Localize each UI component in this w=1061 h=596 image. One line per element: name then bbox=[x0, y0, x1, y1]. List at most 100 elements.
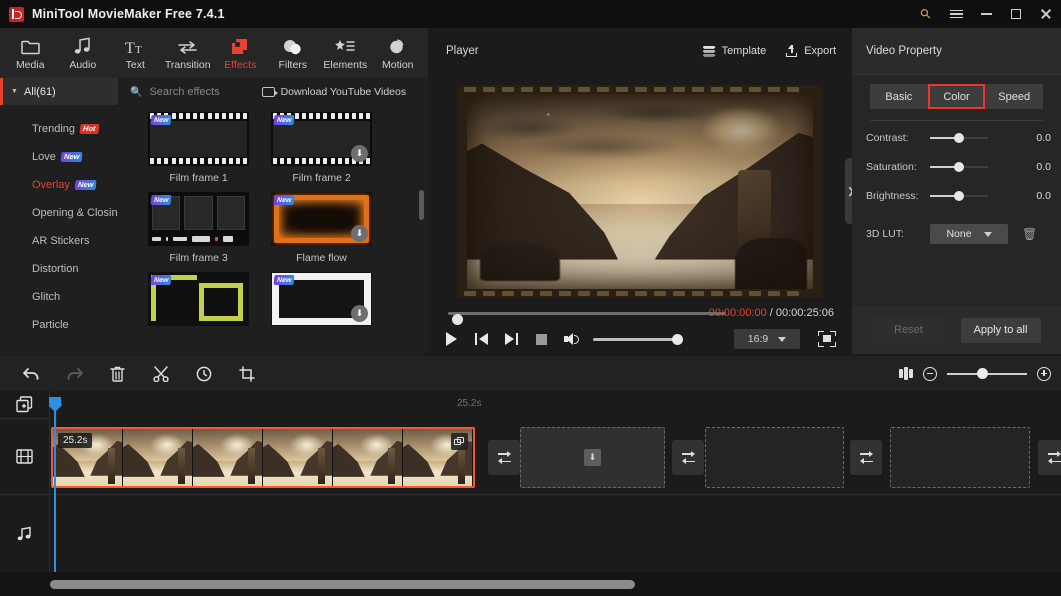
apply-to-all-button[interactable]: Apply to all bbox=[960, 317, 1041, 343]
audio-track[interactable] bbox=[50, 494, 1061, 572]
toolbar-item-effects[interactable]: Effects bbox=[214, 36, 266, 71]
download-icon[interactable]: ⬇ bbox=[584, 449, 601, 466]
effect-item[interactable]: New bbox=[148, 272, 249, 332]
volume-knob[interactable] bbox=[672, 333, 683, 345]
delete-lut-icon[interactable]: 🗑 bbox=[1022, 227, 1037, 241]
brightness-slider[interactable] bbox=[930, 191, 988, 201]
fit-timeline-icon[interactable] bbox=[899, 367, 913, 380]
contrast-knob[interactable] bbox=[954, 133, 964, 143]
timeline-ruler[interactable]: 0s 25.2s bbox=[50, 391, 1061, 418]
effect-item[interactable]: New ⬇ Film frame 2 bbox=[271, 112, 372, 184]
category-ar-stickers[interactable]: AR Stickers bbox=[0, 227, 118, 255]
download-icon[interactable]: ⬇ bbox=[351, 225, 368, 242]
maximize-icon[interactable] bbox=[1001, 0, 1031, 28]
media-placeholder-slot[interactable] bbox=[890, 427, 1030, 488]
close-icon[interactable] bbox=[1031, 0, 1061, 28]
play-button[interactable] bbox=[436, 326, 466, 352]
export-button[interactable]: Export bbox=[786, 45, 836, 57]
timeline-horizontal-scrollbar[interactable] bbox=[0, 572, 1061, 596]
toolbar-item-text[interactable]: TT Text bbox=[109, 36, 161, 71]
brightness-knob[interactable] bbox=[954, 191, 964, 201]
transition-slot[interactable] bbox=[850, 440, 882, 475]
effects-scrollbar[interactable] bbox=[419, 190, 424, 220]
aspect-ratio-select[interactable]: 16:9 bbox=[734, 329, 800, 349]
stop-button[interactable] bbox=[526, 326, 556, 352]
zoom-slider[interactable] bbox=[947, 368, 1027, 379]
speed-button[interactable] bbox=[182, 356, 225, 391]
clip-duration-badge: 25.2s bbox=[58, 433, 93, 448]
saturation-value: 0.0 bbox=[1036, 161, 1051, 173]
toolbar-item-motion[interactable]: Motion bbox=[372, 36, 424, 71]
media-placeholder-slot[interactable]: ⬇ bbox=[520, 427, 665, 488]
category-particle[interactable]: Particle bbox=[0, 311, 118, 339]
saturation-slider[interactable] bbox=[930, 162, 988, 172]
player-controls: 16:9 bbox=[436, 326, 844, 352]
volume-slider[interactable] bbox=[593, 333, 683, 345]
zoom-knob[interactable] bbox=[977, 368, 989, 379]
tab-color[interactable]: Color bbox=[927, 84, 986, 109]
time-display: 00:00:00:00 / 00:00:25:06 bbox=[708, 307, 834, 319]
playhead[interactable] bbox=[49, 397, 61, 572]
media-placeholder-slot[interactable] bbox=[705, 427, 844, 488]
contrast-slider[interactable] bbox=[930, 133, 988, 143]
video-preview[interactable]: ✦ bbox=[458, 85, 822, 298]
category-overlay[interactable]: Overlay New bbox=[0, 171, 118, 199]
current-time: 00:00:00:00 bbox=[708, 307, 767, 319]
download-icon[interactable]: ⬇ bbox=[351, 305, 368, 322]
zoom-in-icon[interactable] bbox=[1037, 366, 1051, 381]
new-badge: New bbox=[74, 180, 97, 190]
category-opening-closing[interactable]: Opening & Closing bbox=[0, 199, 124, 227]
playback-slider[interactable] bbox=[448, 311, 726, 325]
download-youtube-button[interactable]: Download YouTube Videos bbox=[261, 86, 406, 98]
category-love[interactable]: Love New bbox=[0, 143, 118, 171]
redo-button[interactable] bbox=[53, 356, 96, 391]
video-clip[interactable]: 25.2s bbox=[51, 427, 475, 488]
category-trending[interactable]: Trending Hot bbox=[0, 115, 118, 143]
download-icon[interactable]: ⬇ bbox=[351, 145, 368, 162]
effect-item[interactable]: New Film frame 1 bbox=[148, 112, 249, 184]
toolbar-item-elements[interactable]: Elements bbox=[319, 36, 371, 71]
category-glitch[interactable]: Glitch bbox=[0, 283, 118, 311]
delete-button[interactable] bbox=[96, 356, 139, 391]
toolbar-item-transition[interactable]: Transition bbox=[162, 36, 214, 71]
category-distortion[interactable]: Distortion bbox=[0, 255, 118, 283]
transition-slot[interactable] bbox=[488, 440, 520, 475]
category-all[interactable]: ▼ All(61) bbox=[0, 78, 118, 105]
search-input[interactable]: 🔍 Search effects bbox=[130, 86, 220, 98]
lut-select[interactable]: None bbox=[930, 224, 1008, 244]
toolbar-item-media[interactable]: Media bbox=[4, 36, 56, 71]
crop-button[interactable] bbox=[225, 356, 268, 391]
menu-icon[interactable] bbox=[941, 0, 971, 28]
tab-basic[interactable]: Basic bbox=[870, 84, 928, 109]
playback-knob[interactable] bbox=[452, 313, 463, 325]
app-window: MiniTool MovieMaker Free 7.4.1 ⚲ Media A… bbox=[0, 0, 1061, 596]
fullscreen-button[interactable] bbox=[818, 331, 836, 347]
next-frame-button[interactable] bbox=[496, 326, 526, 352]
saturation-knob[interactable] bbox=[954, 162, 964, 172]
playhead-handle[interactable] bbox=[49, 397, 61, 412]
effect-item[interactable]: New ⬇ bbox=[271, 272, 372, 332]
undo-button[interactable] bbox=[10, 356, 53, 391]
effect-item[interactable]: New Film frame 3 bbox=[148, 192, 249, 264]
template-button[interactable]: Template bbox=[702, 45, 766, 57]
toolbar-item-audio[interactable]: Audio bbox=[57, 36, 109, 71]
zoom-out-icon[interactable] bbox=[923, 366, 937, 381]
playhead-line bbox=[54, 411, 56, 572]
contrast-row: Contrast: 0.0 bbox=[852, 126, 1061, 150]
effect-item[interactable]: New ⬇ Flame flow bbox=[271, 192, 372, 264]
volume-button[interactable] bbox=[556, 326, 586, 352]
clip-group-icon[interactable] bbox=[451, 433, 468, 450]
split-button[interactable] bbox=[139, 356, 182, 391]
tab-speed[interactable]: Speed bbox=[985, 84, 1044, 109]
transition-slot[interactable] bbox=[1038, 440, 1061, 475]
reset-button[interactable]: Reset bbox=[872, 317, 945, 343]
transition-slot[interactable] bbox=[672, 440, 704, 475]
previous-frame-button[interactable] bbox=[466, 326, 496, 352]
key-icon[interactable]: ⚲ bbox=[911, 0, 941, 28]
scrollbar-thumb[interactable] bbox=[50, 580, 635, 589]
audio-track-icon[interactable] bbox=[0, 494, 49, 572]
video-track-icon[interactable] bbox=[0, 418, 49, 494]
toolbar-item-filters[interactable]: Filters bbox=[267, 36, 319, 71]
minimize-icon[interactable] bbox=[971, 0, 1001, 28]
add-media-icon[interactable] bbox=[0, 391, 49, 418]
